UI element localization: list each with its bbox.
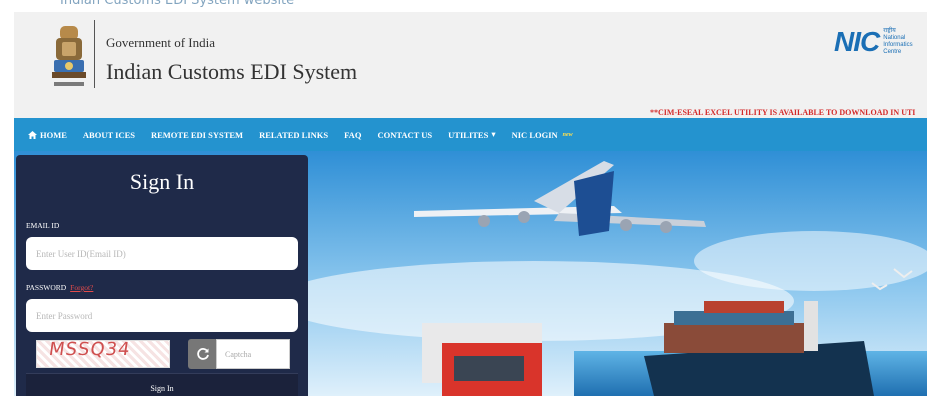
site-header: Government of India Indian Customs EDI S… (14, 12, 927, 118)
header-divider (94, 20, 95, 88)
captcha-input[interactable] (216, 339, 290, 369)
email-label: EMAIL ID (26, 221, 60, 230)
captcha-image: MSSQ34 (36, 340, 170, 368)
top-strip: Indian Customs EDI System website (0, 0, 927, 12)
password-field[interactable] (26, 299, 298, 332)
email-field[interactable] (26, 237, 298, 270)
nav-home[interactable]: HOME (28, 130, 67, 140)
new-badge: new (562, 131, 573, 138)
government-label: Government of India (106, 35, 216, 50)
password-label: PASSWORD (26, 283, 67, 292)
site-title: Indian Customs EDI System (106, 59, 358, 84)
forgot-password-link[interactable]: Forgot? (70, 283, 93, 292)
signin-button[interactable]: Sign In (26, 373, 298, 396)
nic-tagline: राष्ट्रीय National Informatics Centre (883, 28, 913, 55)
caret-down-icon: ▾ (491, 129, 496, 139)
password-label-row: PASSWORD Forgot? (26, 283, 93, 292)
emblem-icon (52, 26, 86, 86)
nav-utilites[interactable]: UTILITES ▾ (448, 129, 495, 140)
refresh-icon (197, 348, 209, 360)
captcha-text: MSSQ34 (47, 340, 132, 360)
nav-nic-login[interactable]: NIC LOGIN new (512, 130, 573, 140)
signin-title: Sign In (129, 169, 195, 194)
home-icon (28, 130, 37, 139)
nav-about-ices[interactable]: ABOUT ICES (83, 130, 135, 140)
announcement-ticker[interactable]: **CIM-ESEAL EXCEL UTILITY IS AVAILABLE T… (650, 108, 915, 117)
signin-panel: Sign In EMAIL ID PASSWORDForgot? MSSQ34 … (16, 155, 308, 396)
nav-related-links[interactable]: RELATED LINKS (259, 130, 328, 140)
nic-logo: NIC राष्ट्रीय National Informatics Centr… (834, 26, 917, 58)
nav-contact-us[interactable]: CONTACT US (377, 130, 432, 140)
nav-remote-edi-system[interactable]: REMOTE EDI SYSTEM (151, 130, 243, 140)
nav-faq[interactable]: FAQ (344, 130, 361, 140)
top-strip-text: Indian Customs EDI System website (60, 0, 295, 8)
main-nav: HOME ABOUT ICES REMOTE EDI SYSTEM RELATE… (14, 118, 927, 151)
nic-brand: NIC (834, 26, 880, 57)
refresh-captcha-button[interactable] (188, 339, 218, 369)
